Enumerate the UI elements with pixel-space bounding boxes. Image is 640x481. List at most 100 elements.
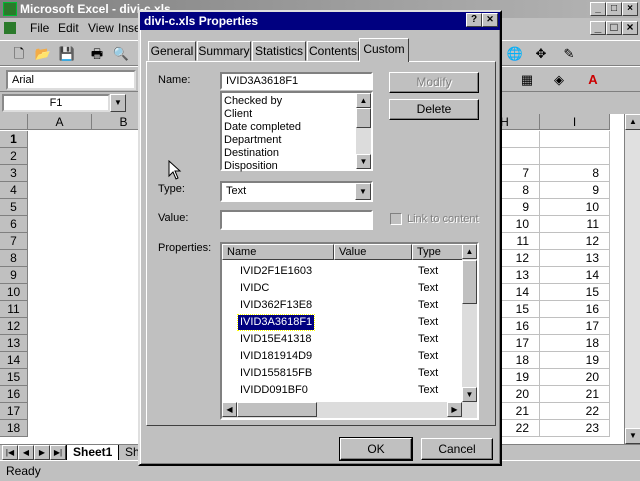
select-all-corner[interactable]	[0, 114, 28, 130]
name-list-down-icon[interactable]: ▼	[356, 154, 371, 169]
name-box[interactable]: F1	[2, 94, 110, 112]
name-list-thumb[interactable]	[356, 108, 371, 128]
table-row[interactable]: IVIDC Text	[222, 280, 462, 297]
tab-summary[interactable]: Summary	[197, 41, 251, 61]
type-dropdown-icon[interactable]: ▼	[355, 183, 371, 200]
tab-contents[interactable]: Contents	[307, 41, 359, 61]
row-header[interactable]: 13	[0, 335, 28, 352]
cell[interactable]: 17	[540, 318, 610, 335]
cell[interactable]: 12	[540, 233, 610, 250]
list-item[interactable]: Checked by	[224, 95, 282, 108]
list-item[interactable]: Department	[224, 134, 281, 147]
menu-view[interactable]: View	[88, 18, 114, 38]
cell[interactable]	[540, 148, 610, 165]
row-header[interactable]: 11	[0, 301, 28, 318]
web-icon[interactable]: 🌐	[504, 43, 526, 65]
first-sheet-icon[interactable]: |◀	[2, 445, 18, 460]
scroll-down-icon[interactable]: ▼	[625, 428, 640, 444]
cell[interactable]	[540, 131, 610, 148]
name-list-up-icon[interactable]: ▲	[356, 93, 371, 108]
name-input[interactable]: IVID3A3618F1	[220, 72, 373, 90]
list-item[interactable]: Disposition	[224, 160, 278, 173]
row-header[interactable]: 3	[0, 165, 28, 182]
value-input[interactable]	[220, 210, 373, 230]
table-row[interactable]: IVIDD091BF0 Text	[222, 382, 462, 399]
name-list-scrollbar[interactable]: ▲ ▼	[356, 93, 371, 169]
workbook-icon[interactable]	[4, 22, 16, 34]
delete-button[interactable]: Delete	[389, 99, 479, 120]
prop-col-name[interactable]: Name	[222, 244, 334, 260]
help-button[interactable]: ?	[466, 13, 482, 27]
cell[interactable]: 16	[540, 301, 610, 318]
row-header[interactable]: 9	[0, 267, 28, 284]
row-header[interactable]: 15	[0, 369, 28, 386]
font-color-icon[interactable]: A	[582, 69, 604, 91]
tab-general[interactable]: General	[148, 41, 196, 61]
properties-down-icon[interactable]: ▼	[462, 387, 477, 402]
properties-vscroll[interactable]: ▲ ▼	[462, 244, 477, 402]
col-header-i[interactable]: I	[540, 114, 610, 130]
properties-vthumb[interactable]	[462, 260, 477, 304]
doc-minimize-icon[interactable]: _	[590, 21, 606, 35]
cell[interactable]: 8	[540, 165, 610, 182]
table-row[interactable]: IVID3A3618F1 Text	[222, 314, 462, 331]
row-header[interactable]: 8	[0, 250, 28, 267]
properties-hthumb[interactable]	[237, 402, 317, 417]
tab-custom[interactable]: Custom	[359, 38, 409, 62]
table-row[interactable]: IVID2F1E1603 Text	[222, 263, 462, 280]
row-header[interactable]: 12	[0, 318, 28, 335]
print-icon[interactable]: 🖶	[86, 43, 108, 65]
row-header[interactable]: 1	[0, 131, 28, 148]
cell[interactable]: 22	[540, 403, 610, 420]
cell[interactable]: 23	[540, 420, 610, 437]
row-header[interactable]: 2	[0, 148, 28, 165]
cell[interactable]: 18	[540, 335, 610, 352]
cell[interactable]: 20	[540, 369, 610, 386]
modify-button[interactable]: Modify	[389, 72, 479, 93]
row-header[interactable]: 6	[0, 216, 28, 233]
name-suggestions-list[interactable]: Checked by Client Date completed Department…	[220, 91, 373, 173]
properties-up-icon[interactable]: ▲	[462, 244, 477, 259]
help-assistant-icon[interactable]: ✎	[558, 43, 580, 65]
properties-hscroll[interactable]: ◀ ▶	[222, 402, 477, 418]
ok-button[interactable]: OK	[339, 437, 413, 461]
sheet-vertical-scrollbar[interactable]: ▲ ▼	[624, 114, 640, 444]
row-header[interactable]: 17	[0, 403, 28, 420]
list-item[interactable]: Client	[224, 108, 252, 121]
row-header[interactable]: 10	[0, 284, 28, 301]
menu-edit[interactable]: Edit	[58, 18, 79, 38]
dialog-close-button[interactable]: ✕	[482, 13, 498, 27]
properties-left-icon[interactable]: ◀	[222, 402, 237, 417]
link-to-content-checkbox[interactable]	[390, 213, 402, 225]
next-sheet-icon[interactable]: ▶	[34, 445, 50, 460]
sheet-tab-sheet1[interactable]: Sheet1	[66, 445, 120, 461]
open-icon[interactable]: 📂	[32, 43, 54, 65]
close-icon[interactable]: ×	[622, 2, 638, 16]
prev-sheet-icon[interactable]: ◀	[18, 445, 34, 460]
doc-close-icon[interactable]: ×	[622, 21, 638, 35]
font-name-box[interactable]: Arial	[6, 70, 136, 90]
minimize-icon[interactable]: _	[590, 2, 606, 16]
cell[interactable]: 10	[540, 199, 610, 216]
tab-statistics[interactable]: Statistics	[252, 41, 306, 61]
row-header[interactable]: 18	[0, 420, 28, 437]
row-header[interactable]: 5	[0, 199, 28, 216]
col-header-a[interactable]: A	[28, 114, 92, 130]
prop-col-value[interactable]: Value	[334, 244, 412, 260]
properties-listview[interactable]: Name Value Type IVID2F1E1603 Text IVIDC Tex…	[220, 242, 479, 420]
last-sheet-icon[interactable]: ▶|	[50, 445, 66, 460]
cell[interactable]: 19	[540, 352, 610, 369]
properties-right-icon[interactable]: ▶	[447, 402, 462, 417]
table-row[interactable]: IVID15E41318 Text	[222, 331, 462, 348]
map-icon[interactable]: ✥	[530, 43, 552, 65]
list-item[interactable]: Date completed	[224, 121, 301, 134]
name-box-dropdown-icon[interactable]: ▼	[110, 94, 126, 112]
cell[interactable]: 11	[540, 216, 610, 233]
save-icon[interactable]: 💾	[56, 43, 78, 65]
type-select[interactable]: Text	[220, 181, 373, 202]
list-item[interactable]: Destination	[224, 147, 279, 160]
cell[interactable]: 9	[540, 182, 610, 199]
cell[interactable]: 14	[540, 267, 610, 284]
print-preview-icon[interactable]: 🔍	[110, 43, 132, 65]
table-row[interactable]: IVID155815FB Text	[222, 365, 462, 382]
